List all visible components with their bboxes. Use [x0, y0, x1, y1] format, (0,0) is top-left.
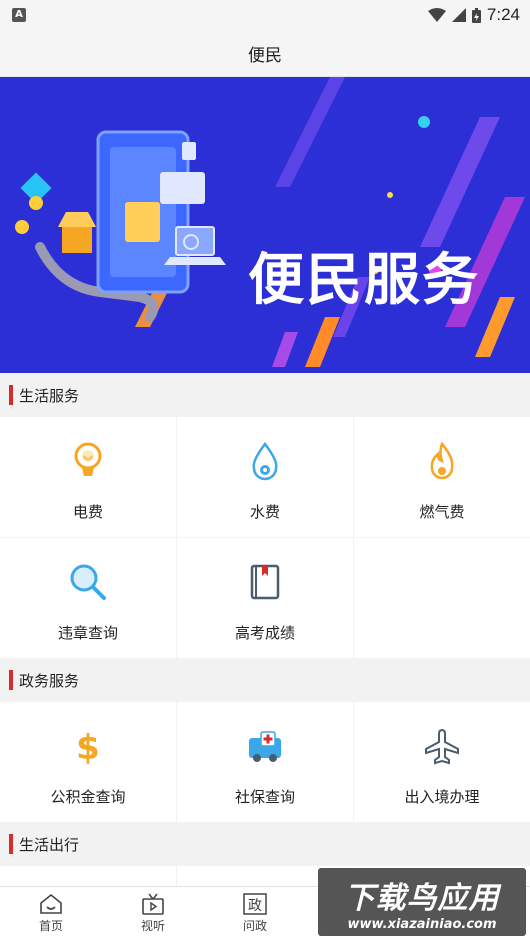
flame-icon: [420, 439, 464, 483]
status-bar: A 7:24: [0, 0, 530, 30]
watermark-url: www.xiazainiao.com: [347, 916, 497, 932]
magnifier-icon: [66, 560, 110, 604]
nav-label: 首页: [38, 919, 63, 933]
service-water[interactable]: 水费: [177, 417, 353, 537]
empty-cell: [354, 538, 530, 658]
nav-label: 问政: [242, 919, 267, 933]
battery-icon: [471, 7, 481, 23]
service-label: 高考成绩: [234, 624, 295, 642]
service-social-security[interactable]: 社保查询: [177, 702, 353, 822]
svg-text:政: 政: [248, 898, 262, 914]
title-bar: 便民: [0, 30, 530, 77]
nav-video[interactable]: 视听: [102, 887, 204, 940]
nav-home[interactable]: 首页: [0, 887, 102, 940]
section-title: 政务服务: [19, 671, 80, 690]
app-notification-icon: A: [12, 8, 26, 22]
service-housing-fund[interactable]: $ 公积金查询: [0, 702, 176, 822]
home-icon: [40, 893, 62, 914]
airplane-icon: [420, 724, 464, 768]
section-accent-bar: [9, 834, 13, 854]
section-title: 生活服务: [19, 386, 80, 405]
watermark-title: 下载鸟应用: [344, 880, 500, 916]
nav-label: 视听: [140, 919, 165, 933]
service-label: 社保查询: [234, 788, 295, 806]
service-label: 电费: [72, 503, 103, 521]
service-electricity[interactable]: 电费: [0, 417, 176, 537]
section-header-life-services: 生活服务: [0, 373, 530, 417]
water-drop-icon: [243, 439, 287, 483]
section-header-government-services: 政务服务: [0, 658, 530, 702]
life-services-grid: 电费 水费 燃气费 违章查询 高考成绩: [0, 417, 530, 658]
service-label: 出入境办理: [404, 788, 480, 806]
banner-title: 便民服务: [248, 248, 480, 311]
watermark: 下载鸟应用 www.xiazainiao.com: [318, 868, 526, 936]
government-services-grid: $ 公积金查询 社保查询 出入境办理: [0, 702, 530, 822]
svg-text:$: $: [76, 728, 100, 766]
service-gas[interactable]: 燃气费: [354, 417, 530, 537]
service-exit-entry[interactable]: 出入境办理: [354, 702, 530, 822]
lightbulb-icon: [66, 439, 110, 483]
page-title: 便民: [248, 45, 282, 66]
banner[interactable]: 便民服务: [0, 77, 530, 373]
wifi-icon: [427, 8, 446, 22]
service-label: 公积金查询: [50, 788, 126, 806]
banner-illustration: [15, 77, 525, 367]
service-label: 燃气费: [419, 503, 465, 521]
section-accent-bar: [9, 670, 13, 690]
dollar-icon: $: [66, 724, 110, 768]
nav-politics[interactable]: 政 问政: [204, 887, 306, 940]
book-icon: [243, 560, 287, 604]
service-exam-score[interactable]: 高考成绩: [177, 538, 353, 658]
section-accent-bar: [9, 385, 13, 405]
service-traffic-violation[interactable]: 违章查询: [0, 538, 176, 658]
tv-icon: [142, 893, 164, 915]
zheng-icon: 政: [243, 893, 267, 915]
section-header-travel: 生活出行: [0, 822, 530, 866]
service-label: 水费: [249, 503, 280, 521]
clock: 7:24: [486, 5, 520, 24]
travel-cell[interactable]: [0, 866, 176, 886]
signal-icon: [451, 8, 466, 22]
service-label: 违章查询: [57, 624, 118, 642]
section-title: 生活出行: [19, 835, 80, 854]
ambulance-icon: [243, 724, 287, 768]
